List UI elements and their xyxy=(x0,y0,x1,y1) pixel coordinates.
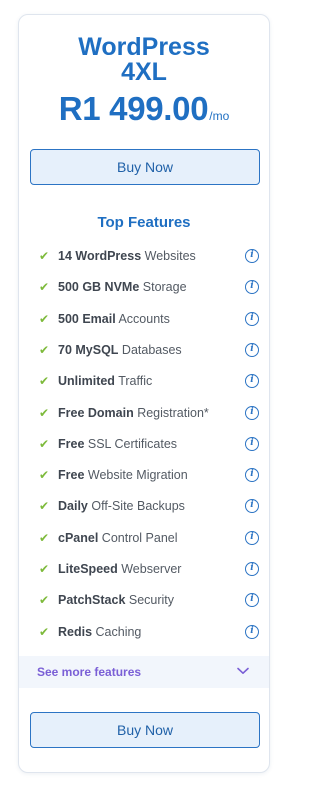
feature-highlight: Free xyxy=(58,468,85,483)
feature-item: ✔ LiteSpeed Webserver i xyxy=(19,554,269,585)
feature-highlight: PatchStack xyxy=(58,593,126,608)
feature-text: Free Domain Registration* xyxy=(58,406,209,420)
buy-now-button-top[interactable]: Buy Now xyxy=(30,149,260,185)
info-icon[interactable]: i xyxy=(245,562,259,576)
feature-highlight: 70 MySQL xyxy=(58,342,119,357)
feature-highlight: Free Domain xyxy=(58,405,134,420)
info-icon[interactable]: i xyxy=(245,499,259,514)
info-icon[interactable]: i xyxy=(245,311,259,326)
feature-item: ✔ Daily Off-Site Backups i xyxy=(19,491,269,522)
info-icon[interactable]: i xyxy=(245,468,259,483)
feature-description: Website Migration xyxy=(84,468,188,483)
feature-item: ✔ Free Domain Registration* i xyxy=(19,398,269,429)
feature-item: ✔ 500 Email Accounts i xyxy=(19,304,269,335)
feature-text: cPanel Control Panel xyxy=(58,531,178,545)
features-title: Top Features xyxy=(97,214,191,231)
feature-description: Control Panel xyxy=(98,530,178,545)
feature-item: ✔ PatchStack Security i xyxy=(19,585,269,616)
info-icon[interactable]: i xyxy=(245,280,259,295)
check-icon: ✔ xyxy=(39,530,50,545)
feature-description: Caching xyxy=(92,624,142,639)
info-icon[interactable]: i xyxy=(245,436,259,451)
feature-description: Registration* xyxy=(133,405,209,420)
check-icon: ✔ xyxy=(39,280,50,295)
feature-description: SSL Certificates xyxy=(84,436,178,451)
price-unit: /mo xyxy=(209,109,230,123)
plan-card: WordPress 4XL R1 499.00/mo Buy Now Top F… xyxy=(18,14,270,773)
plan-size: 4XL xyxy=(121,58,167,86)
feature-item: ✔ Free SSL Certificates i xyxy=(19,429,269,460)
feature-highlight: LiteSpeed xyxy=(58,562,118,576)
info-icon[interactable]: i xyxy=(245,249,259,263)
price: R1 499.00/mo xyxy=(19,90,269,128)
feature-text: 70 MySQL Databases xyxy=(58,343,182,357)
see-more-features-button[interactable]: See more features xyxy=(19,656,269,688)
feature-highlight: cPanel xyxy=(58,530,99,545)
feature-description: Off-Site Backups xyxy=(87,499,185,514)
info-icon[interactable]: i xyxy=(245,374,259,389)
feature-description: Storage xyxy=(139,280,187,295)
price-amount: R1 499.00 xyxy=(58,90,209,127)
buy-now-button-bottom[interactable]: Buy Now xyxy=(30,712,260,748)
feature-highlight: Daily xyxy=(58,499,88,514)
feature-description: Traffic xyxy=(114,374,153,389)
info-icon[interactable]: i xyxy=(245,342,259,357)
feature-description: Websites xyxy=(141,249,196,263)
feature-item: ✔ Free Website Migration i xyxy=(19,460,269,491)
check-icon: ✔ xyxy=(39,562,50,576)
feature-description: Databases xyxy=(118,342,182,357)
check-icon: ✔ xyxy=(39,374,50,389)
feature-highlight: Free xyxy=(58,436,85,451)
feature-text: Unlimited Traffic xyxy=(58,374,152,388)
check-icon: ✔ xyxy=(39,311,50,326)
check-icon: ✔ xyxy=(39,249,50,263)
check-icon: ✔ xyxy=(39,593,50,608)
feature-highlight: 500 GB NVMe xyxy=(58,280,140,295)
feature-item: ✔ Redis Caching i xyxy=(19,617,269,648)
feature-highlight: Redis xyxy=(58,624,93,639)
feature-item: ✔ cPanel Control Panel i xyxy=(19,523,269,554)
check-icon: ✔ xyxy=(39,468,50,483)
feature-text: PatchStack Security xyxy=(58,593,174,607)
plan-name: WordPress xyxy=(78,33,210,61)
feature-item: ✔ 14 WordPress Websites i xyxy=(19,241,269,272)
info-icon[interactable]: i xyxy=(245,530,259,545)
feature-description: Accounts xyxy=(115,311,170,326)
feature-description: Webserver xyxy=(117,562,182,576)
feature-text: LiteSpeed Webserver xyxy=(58,562,181,576)
info-icon[interactable]: i xyxy=(245,624,259,639)
chevron-down-icon xyxy=(237,667,249,674)
feature-text: 500 GB NVMe Storage xyxy=(58,280,187,294)
see-more-label: See more features xyxy=(37,665,142,679)
feature-text: Daily Off-Site Backups xyxy=(58,499,185,513)
feature-text: Free Website Migration xyxy=(58,468,188,482)
info-icon[interactable]: i xyxy=(245,593,259,608)
check-icon: ✔ xyxy=(39,499,50,514)
feature-highlight: 500 Email xyxy=(58,311,116,326)
info-icon[interactable]: i xyxy=(245,405,259,420)
feature-item: ✔ Unlimited Traffic i xyxy=(19,366,269,397)
feature-highlight: Unlimited xyxy=(58,374,115,389)
feature-text: 500 Email Accounts xyxy=(58,312,170,326)
feature-text: Redis Caching xyxy=(58,625,141,639)
feature-item: ✔ 70 MySQL Databases i xyxy=(19,335,269,366)
check-icon: ✔ xyxy=(39,342,50,357)
feature-text: Free SSL Certificates xyxy=(58,437,177,451)
check-icon: ✔ xyxy=(39,624,50,639)
feature-text: 14 WordPress Websites xyxy=(58,249,196,263)
check-icon: ✔ xyxy=(39,436,50,451)
feature-description: Security xyxy=(125,593,175,608)
feature-highlight: 14 WordPress xyxy=(58,249,142,263)
check-icon: ✔ xyxy=(39,405,50,420)
feature-item: ✔ 500 GB NVMe Storage i xyxy=(19,272,269,303)
